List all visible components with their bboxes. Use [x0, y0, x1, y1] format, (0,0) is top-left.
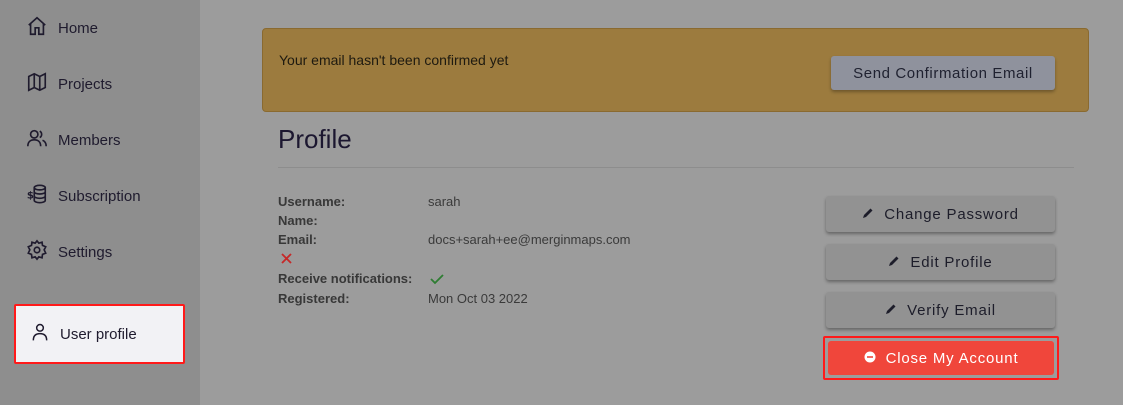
change-password-button[interactable]: Change Password: [826, 196, 1055, 232]
pencil-icon: [862, 206, 884, 223]
name-label: Name:: [278, 213, 318, 228]
sidebar-item-subscription[interactable]: $ Subscription: [26, 182, 141, 210]
sidebar-item-label: User profile: [60, 325, 137, 343]
user-icon: [30, 322, 60, 346]
users-icon: [26, 127, 58, 153]
close-account-highlight: Close My Account: [823, 336, 1059, 380]
username-label: Username:: [278, 194, 346, 209]
email-value: docs+sarah+ee@merginmaps.com: [428, 232, 631, 247]
sidebar-item-label: Members: [58, 131, 121, 149]
minus-circle-icon: [864, 350, 886, 367]
verify-email-button[interactable]: Verify Email: [826, 292, 1055, 328]
button-label: Change Password: [884, 205, 1019, 223]
coins-icon: $: [26, 183, 58, 209]
username-value: sarah: [428, 194, 461, 209]
gear-icon: [26, 239, 58, 265]
sidebar-item-user-profile[interactable]: User profile: [14, 304, 185, 364]
button-label: Edit Profile: [910, 253, 993, 271]
email-warning-banner: Your email hasn't been confirmed yet Sen…: [262, 28, 1089, 112]
check-icon: [430, 272, 444, 285]
sidebar-item-label: Home: [58, 19, 99, 37]
divider: [278, 167, 1074, 168]
pencil-icon: [885, 302, 907, 319]
sidebar-item-label: Projects: [58, 75, 113, 93]
banner-message: Your email hasn't been confirmed yet: [279, 52, 509, 68]
svg-text:$: $: [27, 191, 34, 202]
home-icon: [26, 15, 58, 41]
edit-profile-button[interactable]: Edit Profile: [826, 244, 1055, 280]
send-confirmation-email-button[interactable]: Send Confirmation Email: [831, 56, 1055, 90]
sidebar-item-settings[interactable]: Settings: [26, 238, 112, 266]
sidebar-item-projects[interactable]: Projects: [26, 70, 112, 98]
email-label: Email:: [278, 232, 318, 247]
button-label: Close My Account: [885, 349, 1019, 367]
notifications-label: Receive notifications:: [278, 271, 413, 286]
pencil-icon: [888, 254, 910, 271]
x-icon: [280, 252, 293, 265]
sidebar: Home Projects Members $ Subscription Set…: [0, 0, 200, 405]
sidebar-item-label: Subscription: [58, 187, 141, 205]
sidebar-item-home[interactable]: Home: [26, 14, 98, 42]
sidebar-item-label: Settings: [58, 243, 113, 261]
close-my-account-button[interactable]: Close My Account: [828, 341, 1054, 375]
page-title: Profile: [278, 124, 352, 154]
button-label: Verify Email: [907, 301, 996, 319]
registered-label: Registered:: [278, 291, 350, 306]
sidebar-item-members[interactable]: Members: [26, 126, 121, 154]
map-icon: [26, 71, 58, 97]
registered-value: Mon Oct 03 2022: [428, 291, 528, 306]
